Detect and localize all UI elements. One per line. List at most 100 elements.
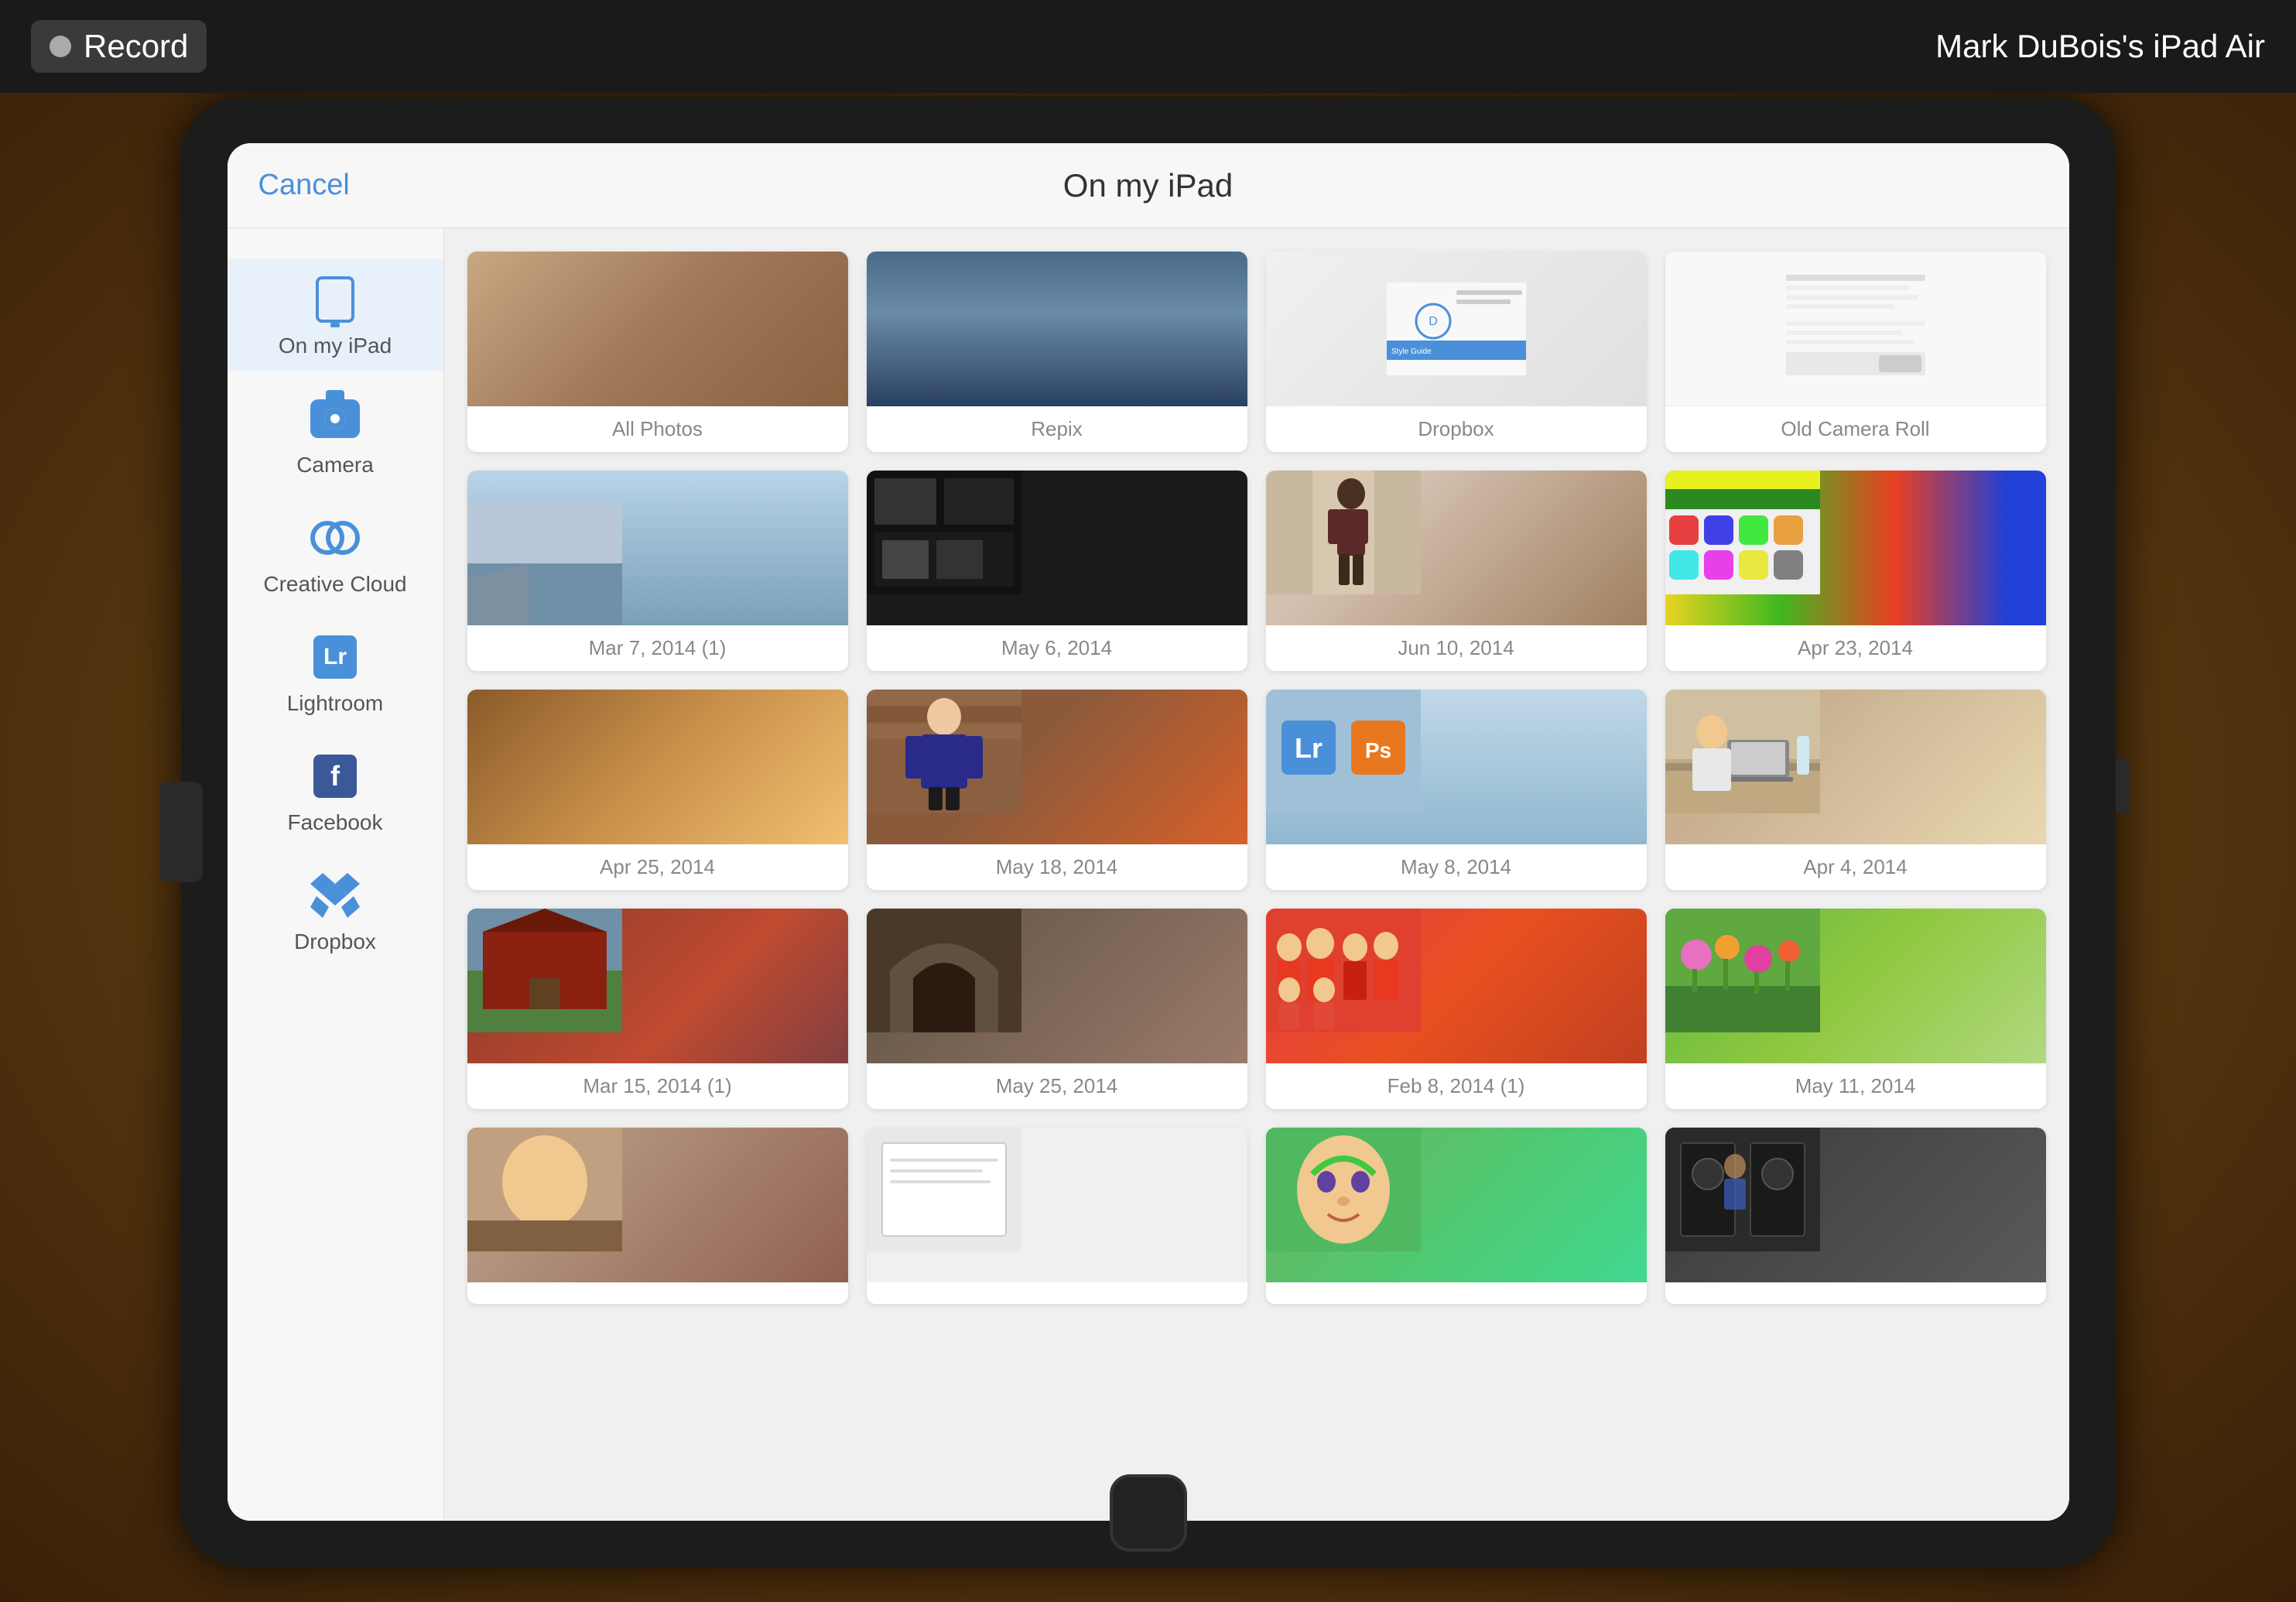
sidebar-label-on-my-ipad: On my iPad (279, 334, 392, 358)
photo-label-row5a (467, 1282, 848, 1304)
photo-card-old-camera-roll[interactable]: Old Camera Roll (1665, 252, 2046, 452)
photo-card-dropbox[interactable]: D Style Guide Dropbox (1266, 252, 1647, 452)
photo-label-row5d (1665, 1282, 2046, 1304)
thumbnail-may11 (1665, 909, 2046, 1063)
thumbnail-row5c (1266, 1128, 1647, 1282)
thumbnail-dropbox: D Style Guide (1266, 252, 1647, 406)
photo-label-feb8: Feb 8, 2014 (1) (1266, 1063, 1647, 1109)
navigation-bar: Cancel On my iPad (228, 143, 2069, 228)
photo-card-mar15[interactable]: Mar 15, 2014 (1) (467, 909, 848, 1109)
thumbnail-may8: Lr Ps (1266, 690, 1647, 844)
thumbnail-may25 (867, 909, 1247, 1063)
sidebar: On my iPad Camera (228, 228, 444, 1521)
thumbnail-apr25 (467, 690, 848, 844)
sidebar-item-facebook[interactable]: f Facebook (228, 736, 443, 847)
creative-cloud-icon (307, 510, 363, 566)
content-area: On my iPad Camera (228, 228, 2069, 1521)
thumbnail-repix (867, 252, 1247, 406)
photo-label-may6: May 6, 2014 (867, 625, 1247, 671)
record-dot-icon (50, 36, 71, 57)
photo-label-row5b (867, 1282, 1247, 1304)
photo-label-may25: May 25, 2014 (867, 1063, 1247, 1109)
sidebar-item-camera[interactable]: Camera (228, 378, 443, 490)
camera-icon (307, 391, 363, 447)
thumbnail-may18 (867, 690, 1247, 844)
ipad-frame: Cancel On my iPad On my iPad (181, 97, 2116, 1567)
svg-text:Ps: Ps (1364, 738, 1391, 762)
photo-card-row5b[interactable] (867, 1128, 1247, 1304)
thumbnail-jun10 (1266, 471, 1647, 625)
photo-card-jun10[interactable]: Jun 10, 2014 (1266, 471, 1647, 671)
photo-card-may6[interactable]: May 6, 2014 (867, 471, 1247, 671)
sidebar-label-camera: Camera (296, 453, 374, 478)
thumbnail-apr23 (1665, 471, 2046, 625)
photo-card-may25[interactable]: May 25, 2014 (867, 909, 1247, 1109)
photo-card-apr4[interactable]: Apr 4, 2014 (1665, 690, 2046, 890)
thumbnail-row5b (867, 1128, 1247, 1282)
photo-label-dropbox: Dropbox (1266, 406, 1647, 452)
facebook-icon: f (307, 748, 363, 804)
photo-label-mar7: Mar 7, 2014 (1) (467, 625, 848, 671)
photo-card-mar7[interactable]: Mar 7, 2014 (1) (467, 471, 848, 671)
page-title: On my iPad (1063, 167, 1233, 204)
thumbnail-apr4 (1665, 690, 2046, 844)
photo-card-may18[interactable]: May 18, 2014 (867, 690, 1247, 890)
thumbnail-may6 (867, 471, 1247, 625)
record-bar: Record Mark DuBois's iPad Air (0, 0, 2296, 93)
photo-card-may8[interactable]: Lr Ps May 8, 2014 (1266, 690, 1647, 890)
photo-label-apr4: Apr 4, 2014 (1665, 844, 2046, 890)
home-button-bottom[interactable] (1110, 1474, 1187, 1552)
photo-label-mar15: Mar 15, 2014 (1) (467, 1063, 848, 1109)
photo-label-may8: May 8, 2014 (1266, 844, 1647, 890)
photo-label-apr23: Apr 23, 2014 (1665, 625, 2046, 671)
desktop: Record Mark DuBois's iPad Air Cancel On … (0, 0, 2296, 1602)
thumbnail-mar7 (467, 471, 848, 625)
thumbnail-feb8 (1266, 909, 1647, 1063)
photo-card-row5d[interactable] (1665, 1128, 2046, 1304)
photo-grid-area: All Photos Repix (444, 228, 2069, 1521)
thumbnail-mar15 (467, 909, 848, 1063)
sidebar-label-facebook: Facebook (288, 810, 383, 835)
photo-card-all-photos[interactable]: All Photos (467, 252, 848, 452)
thumbnail-row5a (467, 1128, 848, 1282)
device-name: Mark DuBois's iPad Air (1935, 28, 2265, 65)
sidebar-label-lightroom: Lightroom (287, 691, 384, 716)
photo-label-repix: Repix (867, 406, 1247, 452)
photo-label-apr25: Apr 25, 2014 (467, 844, 848, 890)
thumbnail-old-camera-roll (1665, 252, 2046, 406)
svg-text:D: D (1429, 315, 1438, 328)
cancel-button[interactable]: Cancel (258, 169, 350, 202)
record-button[interactable]: Record (31, 20, 207, 73)
side-button[interactable] (2116, 758, 2130, 813)
photo-card-may11[interactable]: May 11, 2014 (1665, 909, 2046, 1109)
sidebar-item-on-my-ipad[interactable]: On my iPad (228, 259, 443, 371)
thumbnail-all-photos (467, 252, 848, 406)
thumbnail-row5d (1665, 1128, 2046, 1282)
photo-label-row5c (1266, 1282, 1647, 1304)
photo-card-row5c[interactable] (1266, 1128, 1647, 1304)
photo-card-repix[interactable]: Repix (867, 252, 1247, 452)
sidebar-item-creative-cloud[interactable]: Creative Cloud (228, 498, 443, 609)
photo-card-apr23[interactable]: Apr 23, 2014 (1665, 471, 2046, 671)
photo-grid: All Photos Repix (467, 252, 2046, 1304)
photo-label-may18: May 18, 2014 (867, 844, 1247, 890)
lightroom-icon: Lr (307, 629, 363, 685)
photo-card-apr25[interactable]: Apr 25, 2014 (467, 690, 848, 890)
svg-text:Style Guide: Style Guide (1391, 347, 1432, 356)
dropbox-icon (307, 868, 363, 923)
record-label: Record (84, 28, 188, 65)
photo-label-old-camera-roll: Old Camera Roll (1665, 406, 2046, 452)
sidebar-item-lightroom[interactable]: Lr Lightroom (228, 617, 443, 728)
ipad-screen: Cancel On my iPad On my iPad (228, 143, 2069, 1521)
photo-label-jun10: Jun 10, 2014 (1266, 625, 1647, 671)
photo-card-row5a[interactable] (467, 1128, 848, 1304)
svg-text:Lr: Lr (1295, 732, 1323, 764)
sidebar-item-dropbox[interactable]: Dropbox (228, 855, 443, 967)
photo-card-feb8[interactable]: Feb 8, 2014 (1) (1266, 909, 1647, 1109)
sidebar-label-dropbox: Dropbox (294, 929, 376, 954)
home-button-left[interactable] (159, 782, 203, 882)
sidebar-label-creative-cloud: Creative Cloud (263, 572, 406, 597)
photo-label-may11: May 11, 2014 (1665, 1063, 2046, 1109)
photo-label-all-photos: All Photos (467, 406, 848, 452)
ipad-icon (307, 272, 363, 327)
